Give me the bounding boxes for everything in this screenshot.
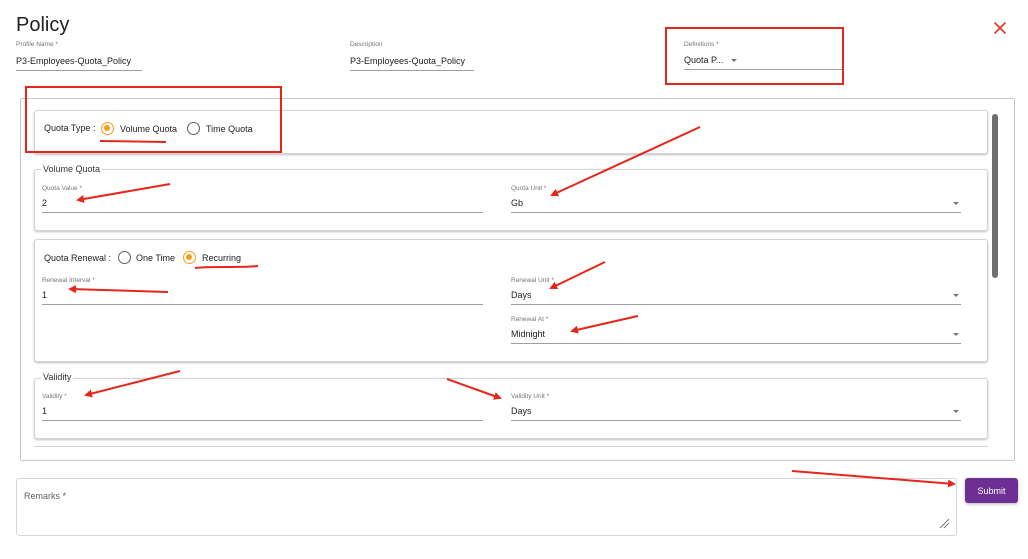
renewal-at-select[interactable]: Midnight (511, 329, 545, 339)
profile-name-underline (16, 70, 142, 71)
validity-card: Validity * 1 Validity Unit * Days (34, 378, 988, 439)
renewal-interval-input[interactable]: 1 (42, 290, 47, 300)
profile-name-label: Profile Name * (16, 41, 58, 48)
validity-unit-underline (511, 420, 961, 421)
quota-unit-select[interactable]: Gb (511, 198, 523, 208)
section-divider (34, 446, 988, 447)
validity-section-title: Validity (41, 372, 74, 382)
validity-unit-select[interactable]: Days (511, 406, 532, 416)
definitions-value: Quota P... (684, 55, 724, 65)
dialog-title: Policy (16, 14, 70, 36)
profile-name-input[interactable]: P3-Employees-Quota_Policy (16, 56, 131, 66)
renewal-interval-label: Renewal Interval * (42, 277, 95, 284)
validity-unit-label: Validity Unit * (511, 393, 550, 400)
quota-value-underline (42, 212, 483, 213)
quota-value-input[interactable]: 2 (42, 198, 47, 208)
quota-type-label: Quota Type : (44, 123, 96, 133)
close-icon[interactable] (990, 18, 1010, 38)
validity-input[interactable]: 1 (42, 406, 47, 416)
renewal-at-underline (511, 343, 961, 344)
chevron-down-icon (731, 59, 737, 62)
one-time-option-label[interactable]: One Time (136, 253, 175, 263)
renewal-unit-label: Renewal Unit * (511, 277, 554, 284)
description-label: Description (350, 41, 383, 48)
definitions-label: Definitions * (684, 41, 719, 48)
remarks-textarea[interactable]: Remarks * (16, 478, 957, 536)
resize-handle-icon[interactable] (938, 517, 950, 529)
time-quota-radio[interactable] (187, 122, 200, 135)
volume-quota-section-title: Volume Quota (41, 164, 103, 174)
quota-renewal-card: Quota Renewal : One Time Recurring Renew… (34, 239, 988, 362)
recurring-option-label[interactable]: Recurring (202, 253, 241, 263)
submit-button[interactable]: Submit (965, 478, 1018, 503)
renewal-at-label: Renewal At * (511, 316, 549, 323)
chevron-down-icon[interactable] (953, 410, 959, 413)
validity-label: Validity * (42, 393, 67, 400)
chevron-down-icon[interactable] (953, 294, 959, 297)
volume-quota-radio[interactable] (101, 122, 114, 135)
renewal-unit-select[interactable]: Days (511, 290, 532, 300)
chevron-down-icon[interactable] (953, 333, 959, 336)
definitions-underline (684, 69, 842, 70)
scrollbar-thumb[interactable] (992, 114, 998, 278)
quota-renewal-label: Quota Renewal : (44, 253, 112, 263)
quota-type-card: Quota Type : Volume Quota Time Quota (34, 110, 988, 154)
volume-quota-card: Quota Value * 2 Quota Unit * Gb (34, 169, 988, 231)
time-quota-option-label[interactable]: Time Quota (206, 124, 253, 134)
chevron-down-icon[interactable] (953, 202, 959, 205)
quota-unit-label: Quota Unit * (511, 185, 547, 192)
renewal-interval-underline (42, 304, 483, 305)
description-input[interactable]: P3-Employees-Quota_Policy (350, 56, 465, 66)
quota-value-label: Quota Value * (42, 185, 82, 192)
description-underline (350, 70, 474, 71)
renewal-unit-underline (511, 304, 961, 305)
volume-quota-option-label[interactable]: Volume Quota (120, 124, 177, 134)
one-time-radio[interactable] (118, 251, 131, 264)
definitions-select[interactable]: Quota P... (684, 54, 842, 70)
validity-underline (42, 420, 483, 421)
remarks-placeholder: Remarks * (24, 491, 67, 501)
recurring-radio[interactable] (183, 251, 196, 264)
quota-unit-underline (511, 212, 961, 213)
